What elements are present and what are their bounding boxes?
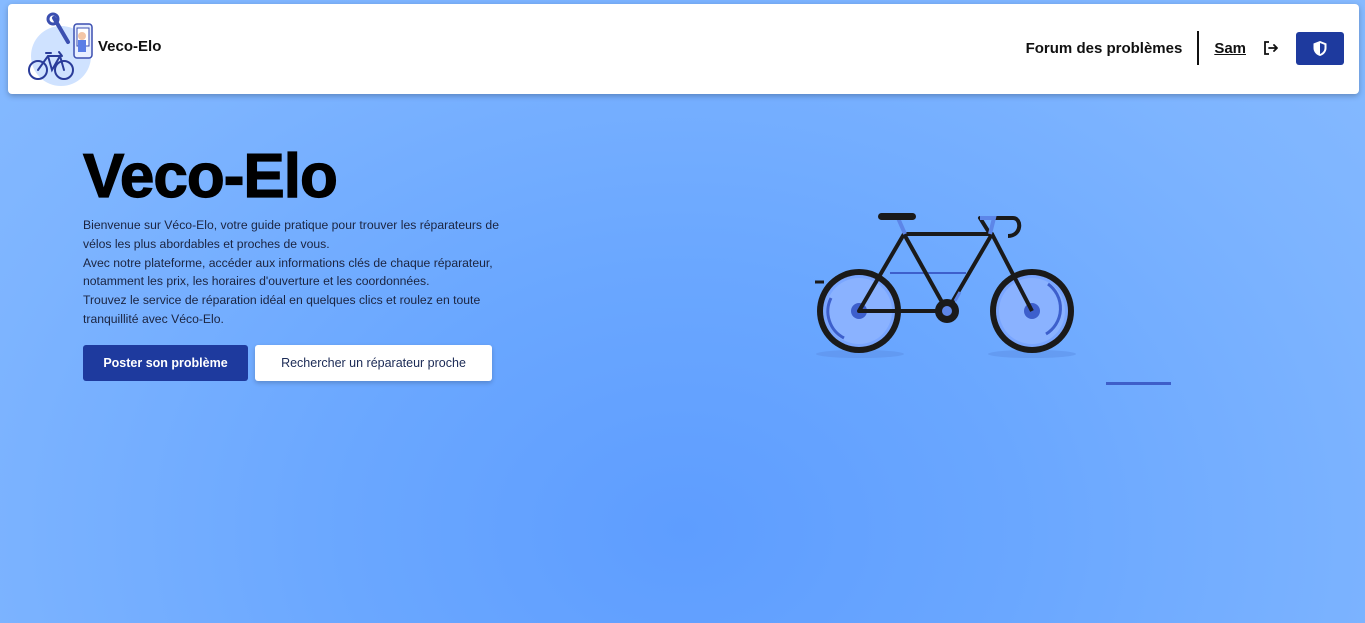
- hero-line: Avec notre plateforme, accéder aux infor…: [83, 255, 493, 270]
- logout-icon: [1264, 41, 1278, 55]
- hero-section: Veco-Elo Bienvenue sur Véco-Elo, votre g…: [82, 141, 533, 381]
- hero-buttons: Poster son problème Rechercher un répara…: [83, 344, 533, 381]
- bike-repair-logo-icon: [28, 12, 93, 86]
- hero-line: tranquillité avec Véco-Elo.: [83, 311, 224, 326]
- find-repairer-button[interactable]: Rechercher un réparateur proche: [255, 344, 492, 381]
- navbar: Veco-Elo Forum des problèmes Sam: [8, 4, 1359, 94]
- logout-button[interactable]: [1262, 39, 1280, 57]
- hero-description: Bienvenue sur Véco-Elo, votre guide prat…: [83, 216, 533, 329]
- post-problem-button[interactable]: Poster son problème: [83, 344, 248, 381]
- hero-title: Veco-Elo: [82, 141, 338, 211]
- brand-name: Veco-Elo: [98, 37, 162, 55]
- brand-link[interactable]: Veco-Elo: [24, 12, 161, 86]
- nav-actions: Forum des problèmes Sam: [1026, 31, 1344, 65]
- admin-button[interactable]: [1296, 31, 1344, 65]
- nav-divider: [1197, 31, 1200, 65]
- hero-line: Bienvenue sur Véco-Elo, votre guide prat…: [83, 218, 499, 232]
- bicycle-illustration-icon: [815, 213, 1076, 358]
- carousel-indicator: [1106, 382, 1171, 385]
- user-profile-link[interactable]: Sam: [1214, 40, 1246, 57]
- forum-link[interactable]: Forum des problèmes: [1026, 40, 1198, 57]
- shield-icon: [1313, 40, 1327, 56]
- hero-line: notamment les prix, les horaires d'ouver…: [83, 274, 430, 289]
- hero-line: vélos les plus abordables et proches de …: [83, 236, 330, 251]
- hero-line: Trouvez le service de réparation idéal e…: [83, 293, 481, 308]
